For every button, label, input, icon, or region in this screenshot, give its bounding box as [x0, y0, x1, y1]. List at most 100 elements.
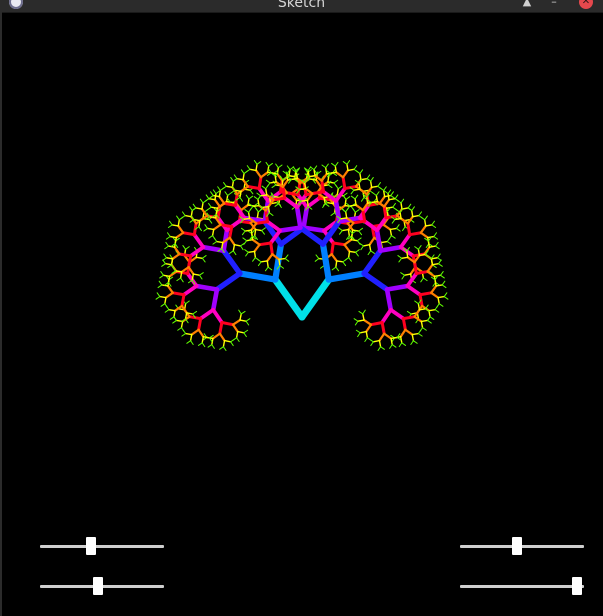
tree-branch: [438, 263, 443, 267]
tree-branch: [390, 235, 396, 239]
tree-branch: [403, 273, 412, 276]
title-bar[interactable]: Sketch ▲ – ✕: [0, 0, 603, 13]
slider-right-top[interactable]: [460, 536, 584, 556]
tree-branch: [347, 228, 350, 237]
tree-branch: [245, 318, 251, 322]
tree-branch: [241, 230, 246, 236]
tree-branch: [254, 220, 270, 225]
slider-thumb[interactable]: [571, 577, 582, 595]
tree-branch: [221, 185, 227, 190]
tree-branch: [380, 240, 388, 244]
tree-branch: [211, 332, 221, 340]
tree-branch: [253, 250, 257, 259]
tree-branch: [313, 168, 316, 177]
tree-branch: [218, 189, 222, 198]
slider-track[interactable]: [40, 545, 164, 548]
tree-branch: [155, 296, 161, 300]
tree-branch: [206, 227, 215, 231]
slider-left-bottom[interactable]: [40, 576, 164, 596]
tree-branch: [394, 194, 399, 200]
tree-branch: [195, 256, 204, 259]
tree-branch: [237, 330, 245, 334]
tree-branch: [220, 247, 243, 277]
keep-above-icon[interactable]: ▲: [520, 0, 534, 9]
tree-branch: [278, 258, 281, 267]
tree-branch: [240, 245, 244, 251]
tree-branch: [333, 198, 342, 224]
tree-branch: [271, 276, 306, 321]
tree-branch: [349, 204, 357, 207]
tree-branch: [261, 205, 270, 209]
tree-branch: [342, 258, 348, 263]
minimize-icon[interactable]: –: [547, 0, 561, 9]
tree-branch: [199, 198, 204, 204]
tree-branch: [331, 266, 337, 271]
tree-branch: [330, 212, 336, 216]
tree-branch: [417, 245, 422, 250]
tree-branch: [377, 182, 381, 187]
tree-branch: [359, 169, 364, 175]
tree-branch: [327, 184, 333, 189]
tree-branch: [386, 237, 391, 243]
tree-branch: [253, 243, 261, 253]
tree-branch: [430, 257, 434, 266]
tree-branch: [377, 346, 382, 351]
tree-branch: [197, 342, 203, 346]
tree-branch: [399, 328, 407, 338]
tree-branch: [162, 274, 171, 278]
tree-branch: [426, 263, 434, 273]
tree-branch: [388, 197, 396, 201]
tree-branch: [230, 338, 235, 343]
tree-branch: [294, 204, 303, 230]
tree-branch: [210, 191, 214, 197]
tree-branch: [254, 228, 263, 232]
tree-branch: [233, 174, 238, 180]
tree-branch: [400, 202, 403, 210]
slider-left-top[interactable]: [40, 536, 164, 556]
slider-thumb[interactable]: [93, 577, 104, 595]
tree-branch: [180, 327, 185, 332]
tree-branch: [300, 199, 309, 202]
tree-branch: [246, 165, 251, 170]
tree-branch: [404, 328, 414, 336]
tree-branch: [158, 280, 163, 286]
tree-branch: [424, 219, 427, 227]
tree-branch: [400, 256, 409, 259]
tree-branch: [389, 228, 393, 237]
tree-branch: [429, 316, 435, 320]
tree-branch: [266, 182, 271, 188]
slider-right-bottom[interactable]: [460, 576, 584, 596]
tree-branch: [274, 175, 277, 183]
tree-branch: [284, 254, 289, 260]
tree-branch: [370, 185, 379, 189]
slider-thumb[interactable]: [85, 537, 96, 555]
tree-branch: [410, 340, 414, 345]
tree-branch: [198, 307, 216, 321]
tree-branch: [212, 223, 222, 231]
tree-branch: [321, 164, 327, 169]
tree-branch: [189, 333, 193, 342]
tree-branch: [231, 318, 242, 326]
tree-branch: [427, 240, 431, 248]
slider-track[interactable]: [460, 585, 584, 588]
tree-branch: [167, 264, 172, 269]
tree-branch: [245, 251, 249, 257]
tree-branch: [223, 339, 232, 343]
tree-branch: [370, 250, 375, 254]
tree-branch: [245, 168, 251, 173]
tree-branch: [230, 341, 234, 347]
tree-branch: [251, 238, 261, 246]
tree-branch: [334, 161, 339, 167]
tree-branch: [169, 316, 175, 320]
tree-branch: [192, 232, 206, 250]
tree-branch: [260, 260, 268, 263]
slider-thumb[interactable]: [512, 537, 523, 555]
tree-branch: [298, 187, 307, 191]
tree-branch: [267, 205, 271, 214]
tree-branch: [419, 231, 429, 239]
tree-branch: [364, 337, 368, 343]
tree-branch: [254, 228, 257, 237]
tree-branch: [422, 327, 427, 331]
tree-branch: [322, 203, 326, 208]
tree-branch: [295, 171, 299, 180]
